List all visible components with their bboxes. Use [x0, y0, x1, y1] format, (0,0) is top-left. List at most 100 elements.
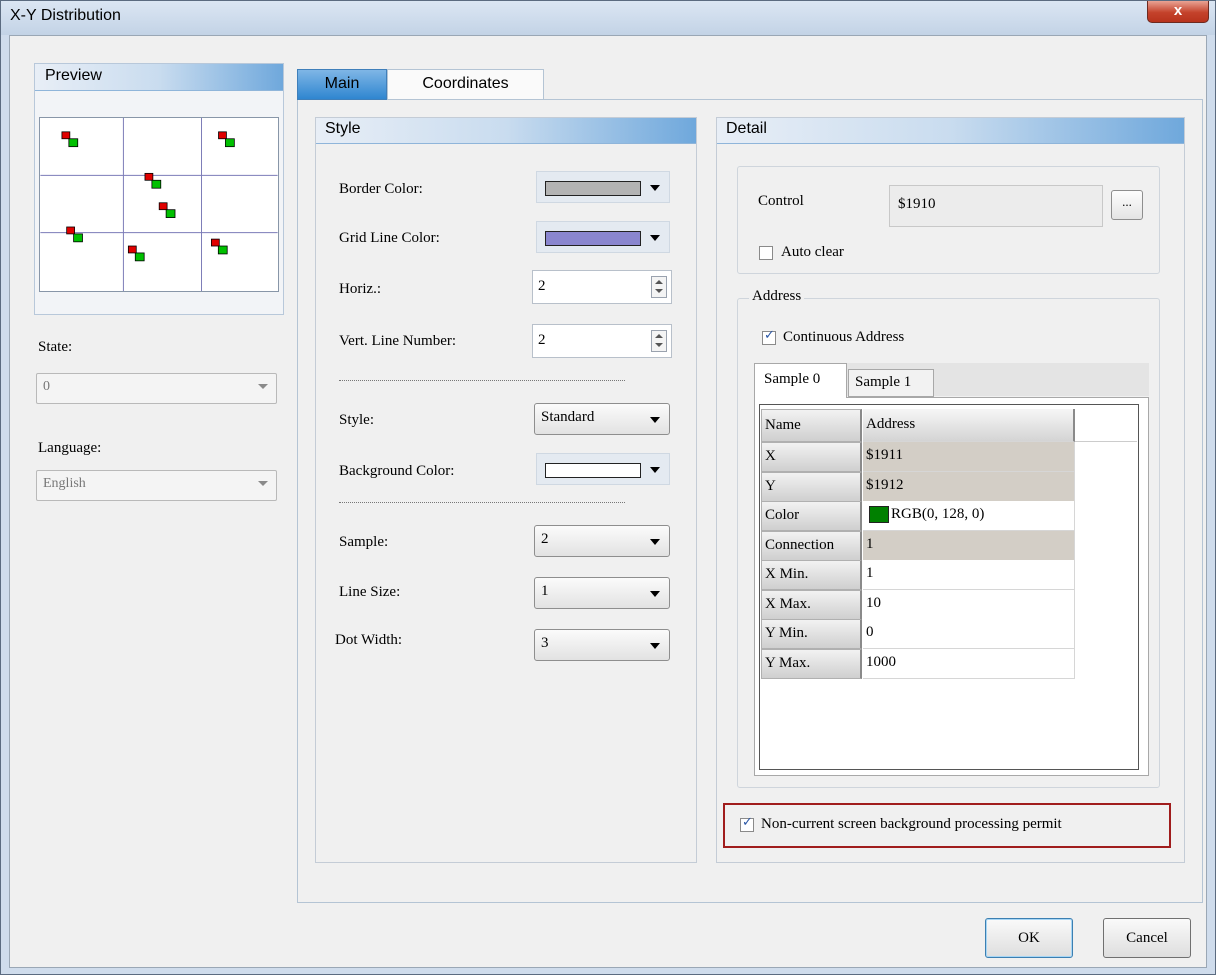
auto-clear-checkbox[interactable]	[759, 246, 773, 260]
preview-point	[158, 202, 168, 211]
grid-row-address[interactable]: 1	[863, 560, 1075, 590]
state-label: State:	[38, 339, 73, 355]
grid-row-name[interactable]: Y Min.	[761, 619, 862, 649]
chevron-down-icon	[258, 384, 268, 389]
line-size-value: 1	[541, 583, 549, 599]
horiz-stepper[interactable]: 2	[532, 270, 672, 304]
dot-width-select[interactable]: 3	[534, 629, 670, 661]
color-swatch	[869, 506, 889, 523]
grid-header-name: Name	[761, 409, 862, 442]
dot-width-value: 3	[541, 635, 549, 651]
grid-row-name[interactable]: X	[761, 442, 862, 472]
grid-line-color-picker[interactable]	[536, 221, 670, 253]
preview-title: Preview	[45, 67, 102, 84]
preview-point	[165, 209, 176, 218]
grid-row-name-text: X Min.	[765, 566, 809, 582]
grid-row-address[interactable]: 1000	[863, 649, 1075, 679]
separator	[339, 380, 625, 381]
address-legend: Address	[749, 288, 805, 305]
grid-row-address[interactable]: $1911	[863, 442, 1075, 472]
border-color-label: Border Color:	[339, 181, 423, 197]
grid-row-address[interactable]: 0	[863, 619, 1075, 649]
tab-coordinates[interactable]: Coordinates	[387, 69, 544, 99]
tab-sample-0-label: Sample 0	[764, 371, 821, 387]
grid-row-name-text: X	[765, 448, 776, 464]
detail-header: Detail	[717, 118, 1184, 144]
cancel-button[interactable]: Cancel	[1103, 918, 1191, 958]
style-select[interactable]: Standard	[534, 403, 670, 435]
spin-buttons[interactable]	[651, 330, 667, 352]
tab-sample-1-label: Sample 1	[855, 374, 912, 390]
chevron-down-icon	[650, 417, 660, 423]
grid-row-address[interactable]: RGB(0, 128, 0)	[863, 501, 1075, 531]
grid-line-color-swatch	[545, 231, 641, 246]
preview-point	[127, 245, 137, 254]
grid-row-address[interactable]: 1	[863, 531, 1075, 561]
style-select-label: Style:	[339, 412, 375, 428]
ok-button[interactable]: OK	[985, 918, 1073, 958]
tab-sample-1[interactable]: Sample 1	[848, 369, 934, 397]
control-field[interactable]: $1910	[889, 185, 1103, 227]
state-value: 0	[43, 379, 50, 394]
chevron-down-icon	[650, 539, 660, 545]
grid-row-name-text: Y	[765, 478, 776, 494]
preview-chart	[39, 117, 279, 292]
chevron-down-icon	[650, 185, 660, 191]
style-select-value: Standard	[541, 409, 595, 425]
background-color-picker[interactable]	[536, 453, 670, 485]
title-bar: X-Y Distribution x	[1, 1, 1215, 35]
state-select: 0	[36, 373, 277, 404]
grid-header-address-text: Address	[866, 416, 916, 432]
background-color-label: Background Color:	[339, 463, 455, 479]
continuous-address-checkbox[interactable]	[762, 328, 776, 345]
spin-buttons[interactable]	[651, 276, 667, 298]
grid-header-name-text: Name	[765, 417, 801, 433]
separator	[339, 502, 625, 503]
grid-row-name[interactable]: Y Max.	[761, 649, 862, 679]
sample-value: 2	[541, 531, 549, 547]
vert-line-number-stepper[interactable]: 2	[532, 324, 672, 358]
grid-row-address-text: $1911	[866, 447, 903, 463]
grid-row-address[interactable]: 10	[863, 590, 1075, 620]
tab-main[interactable]: Main	[297, 69, 387, 100]
auto-clear-label: Auto clear	[781, 244, 844, 260]
permit-label: Non-current screen background processing…	[761, 816, 1062, 832]
language-value: English	[43, 476, 86, 491]
grid-row-name[interactable]: X Max.	[761, 590, 862, 620]
preview-point	[218, 131, 227, 140]
grid-row-name-text: Y Min.	[765, 625, 808, 641]
grid-row-name[interactable]: Connection	[761, 531, 862, 561]
line-size-select[interactable]: 1	[534, 577, 670, 609]
grid-row-name[interactable]: Color	[761, 501, 862, 531]
line-size-label: Line Size:	[339, 584, 401, 600]
preview-point	[68, 138, 79, 148]
sample-select[interactable]: 2	[534, 525, 670, 557]
preview-point	[61, 131, 71, 140]
permit-checkbox[interactable]	[740, 815, 754, 832]
border-color-picker[interactable]	[536, 171, 670, 203]
preview-point	[210, 238, 220, 247]
grid-row-name-text: Y Max.	[765, 655, 811, 671]
grid-row-address[interactable]: $1912	[863, 472, 1075, 502]
preview-panel: Preview	[34, 63, 284, 315]
preview-point	[66, 226, 75, 235]
grid-row-address-text: 1	[866, 536, 874, 552]
preview-dots	[61, 131, 235, 262]
close-button[interactable]: x	[1147, 1, 1209, 23]
browse-button[interactable]: ...	[1111, 190, 1143, 220]
grid-row-name[interactable]: X Min.	[761, 560, 862, 590]
grid-row-address-text: 1000	[866, 654, 896, 670]
grid-row-name[interactable]: Y	[761, 472, 862, 502]
sample-label: Sample:	[339, 534, 389, 550]
tab-sample-0[interactable]: Sample 0	[754, 363, 847, 398]
dot-width-label: Dot Width:	[335, 632, 403, 648]
preview-point	[73, 233, 83, 243]
grid-row-address-text: RGB(0, 128, 0)	[891, 506, 985, 522]
language-select: English	[36, 470, 277, 501]
horiz-value: 2	[538, 278, 546, 294]
chevron-down-icon	[650, 591, 660, 597]
control-label: Control	[758, 193, 804, 209]
grid-header-filler	[1074, 409, 1137, 442]
preview-point	[134, 252, 145, 262]
grid-row-name-text: X Max.	[765, 596, 811, 612]
